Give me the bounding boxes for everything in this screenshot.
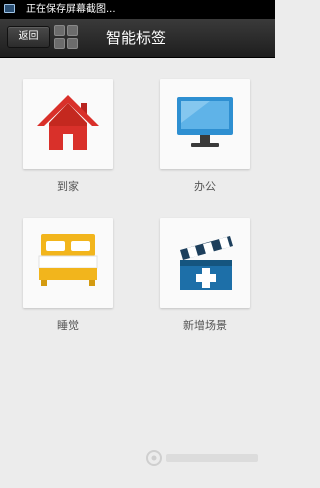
title-bar: 返回 智能标签 (0, 19, 275, 58)
monitor-icon (177, 97, 233, 147)
tile-sleep-label: 睡觉 (57, 319, 79, 332)
page-title: 智能标签 (106, 29, 167, 47)
tile-home-label: 到家 (57, 180, 79, 193)
watermark-logo (146, 450, 258, 466)
grid-menu-icon[interactable] (54, 25, 80, 51)
bed-icon (38, 234, 98, 286)
tile-home[interactable] (23, 79, 113, 169)
status-bar: 正在保存屏幕截图... (0, 0, 275, 19)
screenshot-icon (4, 4, 15, 13)
clapperboard-add-icon (180, 236, 233, 290)
tile-office[interactable] (160, 79, 250, 169)
status-text: 正在保存屏幕截图... (26, 4, 116, 15)
tile-add-scene-label: 新增场景 (183, 319, 227, 332)
tile-sleep[interactable] (23, 218, 113, 308)
tile-add-scene[interactable] (160, 218, 250, 308)
tile-office-label: 办公 (194, 180, 216, 193)
back-button[interactable]: 返回 (7, 26, 50, 48)
home-icon (37, 95, 99, 150)
